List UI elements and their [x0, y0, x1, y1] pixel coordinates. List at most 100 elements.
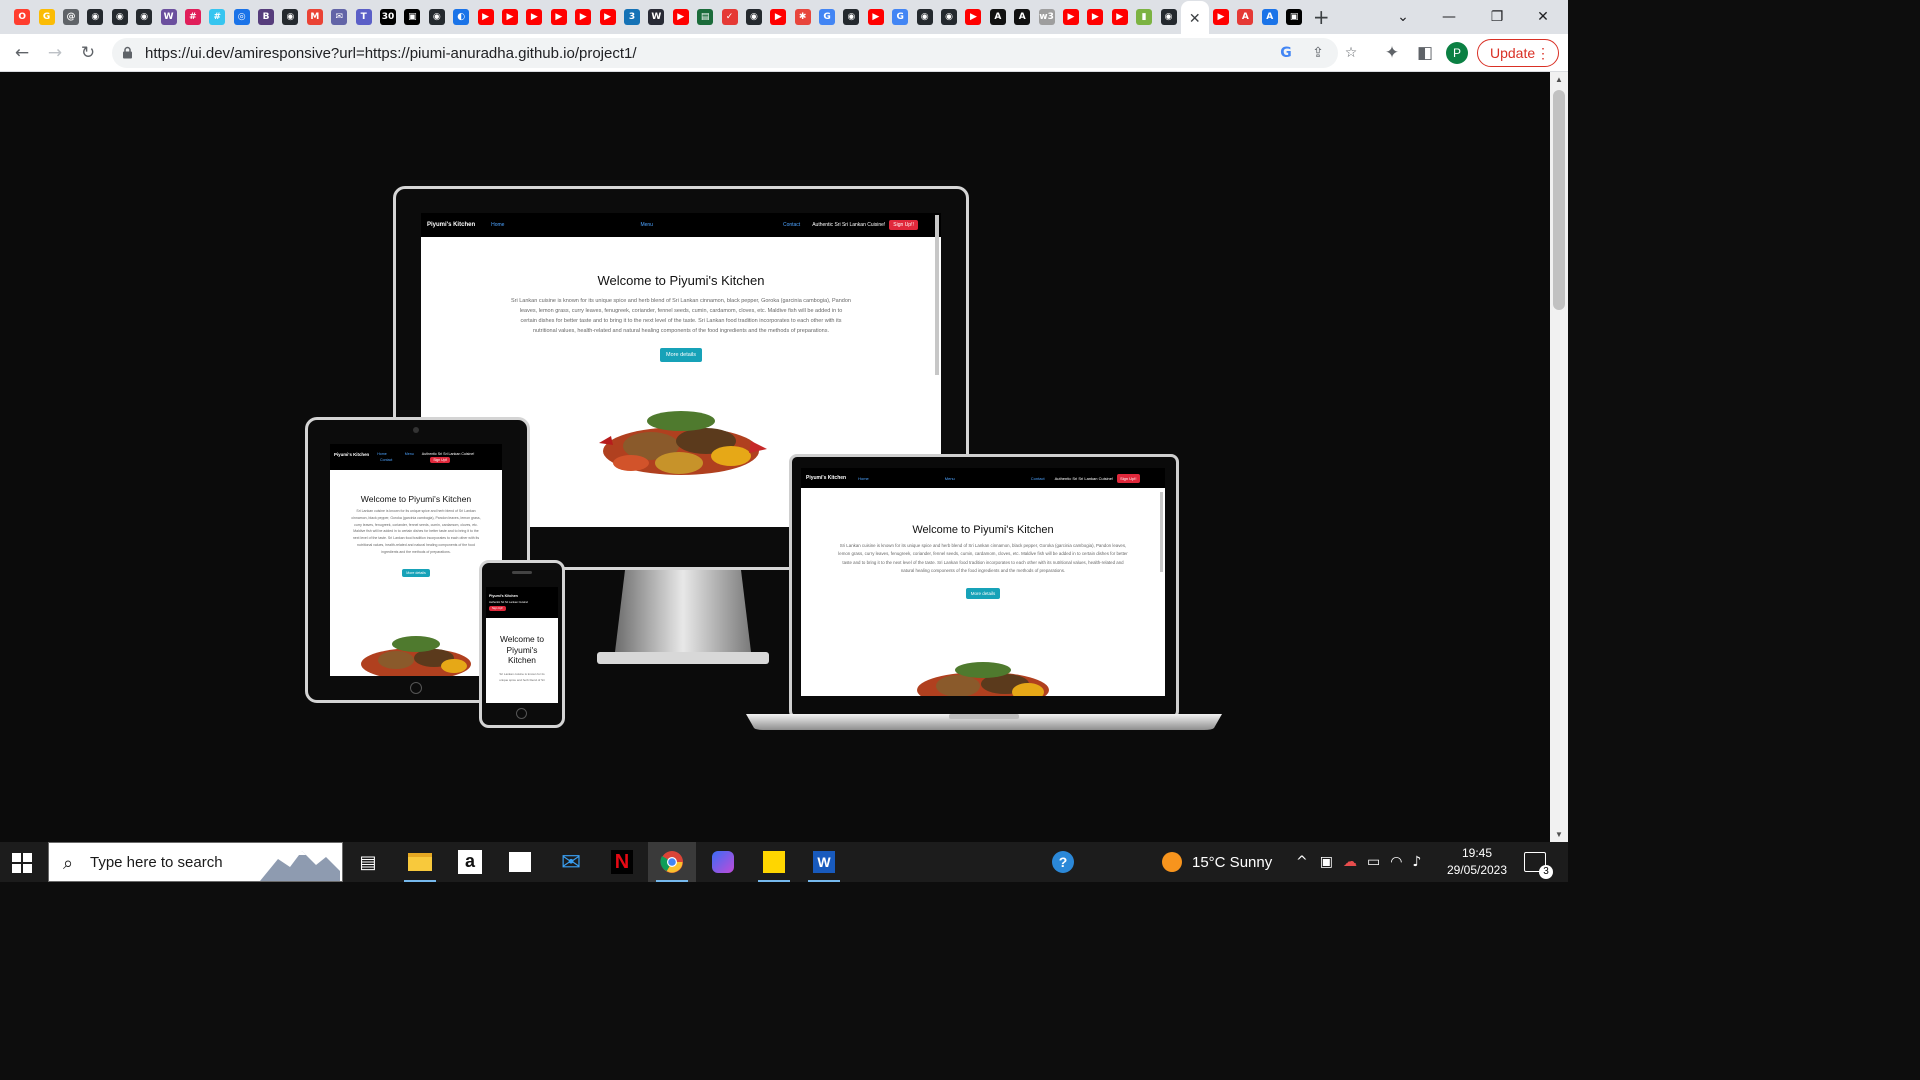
- browser-tab[interactable]: ▶: [766, 0, 790, 34]
- netflix-icon[interactable]: N: [598, 842, 646, 882]
- page-scrollbar[interactable]: ▲ ▼: [1550, 72, 1568, 842]
- browser-tab[interactable]: ✱: [791, 0, 815, 34]
- browser-tab[interactable]: ▮: [1132, 0, 1156, 34]
- nav-home-link[interactable]: Home: [858, 476, 869, 481]
- site-brand[interactable]: Piyumi's Kitchen: [427, 222, 475, 228]
- lock-icon[interactable]: [122, 46, 133, 59]
- browser-tab[interactable]: @: [59, 0, 83, 34]
- copilot-icon[interactable]: [699, 842, 747, 882]
- extensions-icon[interactable]: ✦: [1380, 41, 1404, 65]
- browser-tab[interactable]: ▶: [864, 0, 888, 34]
- browser-tab[interactable]: G: [34, 0, 58, 34]
- browser-tab[interactable]: ▤: [693, 0, 717, 34]
- browser-tab[interactable]: ✓: [717, 0, 741, 34]
- browser-tab[interactable]: W: [156, 0, 180, 34]
- browser-tab[interactable]: ◉: [425, 0, 449, 34]
- browser-tab[interactable]: ◉: [937, 0, 961, 34]
- browser-tab[interactable]: ▶: [1209, 0, 1233, 34]
- nav-menu-link[interactable]: Menu: [640, 222, 653, 228]
- nav-menu-link[interactable]: Menu: [945, 476, 955, 481]
- signup-button[interactable]: Sign Up!!: [1117, 473, 1140, 483]
- battery-icon[interactable]: ▭: [1367, 854, 1380, 870]
- minimize-icon[interactable]: —: [1426, 0, 1472, 34]
- site-brand[interactable]: Piyumi's Kitchen: [806, 475, 846, 481]
- windows-start-icon[interactable]: [12, 853, 32, 873]
- wifi-icon[interactable]: ◠: [1390, 854, 1402, 870]
- browser-tab[interactable]: ▶: [498, 0, 522, 34]
- browser-tab[interactable]: ◐: [449, 0, 473, 34]
- amazon-icon[interactable]: a: [446, 842, 494, 882]
- notification-center-icon[interactable]: 3: [1524, 842, 1553, 882]
- browser-tab[interactable]: A: [1010, 0, 1034, 34]
- meet-now-icon[interactable]: ▣: [1320, 854, 1333, 870]
- word-icon[interactable]: W: [800, 842, 848, 882]
- browser-tab[interactable]: ◉: [742, 0, 766, 34]
- file-explorer-icon[interactable]: [396, 842, 444, 882]
- browser-tab[interactable]: ✉: [327, 0, 351, 34]
- onedrive-icon[interactable]: ☁: [1343, 854, 1357, 870]
- side-panel-icon[interactable]: ◧: [1413, 41, 1437, 65]
- address-bar[interactable]: https://ui.dev/amiresponsive?url=https:/…: [112, 38, 1357, 68]
- help-icon[interactable]: ?: [1052, 842, 1074, 882]
- browser-tab[interactable]: ▶: [547, 0, 571, 34]
- signup-button[interactable]: Sign Up!!: [489, 606, 507, 611]
- back-icon[interactable]: ←: [10, 41, 34, 65]
- close-window-icon[interactable]: ✕: [1520, 0, 1566, 34]
- browser-tab[interactable]: ▶: [961, 0, 985, 34]
- browser-tab[interactable]: ▶: [571, 0, 595, 34]
- browser-tab[interactable]: #: [205, 0, 229, 34]
- browser-tab[interactable]: ◉: [912, 0, 936, 34]
- browser-tab[interactable]: ◉: [278, 0, 302, 34]
- forward-icon[interactable]: →: [43, 41, 67, 65]
- signup-button[interactable]: Sign Up!!: [889, 220, 918, 230]
- browser-tab[interactable]: G: [888, 0, 912, 34]
- weather-widget[interactable]: 15°C Sunny: [1162, 842, 1272, 882]
- more-details-button[interactable]: More details: [402, 568, 430, 577]
- browser-tab[interactable]: W: [644, 0, 668, 34]
- more-details-button[interactable]: More details: [965, 587, 1001, 599]
- update-button[interactable]: Update ⋮: [1477, 39, 1559, 67]
- browser-tab[interactable]: ▣: [1282, 0, 1306, 34]
- share-icon[interactable]: ⇪: [1309, 44, 1327, 62]
- browser-tab[interactable]: ▶: [1108, 0, 1132, 34]
- google-translate-icon[interactable]: G: [1277, 44, 1295, 62]
- browser-tab[interactable]: #: [181, 0, 205, 34]
- laptop-scrollbar[interactable]: [1160, 492, 1163, 572]
- browser-tab[interactable]: O: [10, 0, 34, 34]
- nav-contact-link[interactable]: Contact: [380, 458, 392, 462]
- browser-tab[interactable]: ▶: [522, 0, 546, 34]
- volume-icon[interactable]: ♪: [1412, 854, 1421, 870]
- site-brand[interactable]: Piyumi's Kitchen: [334, 452, 369, 457]
- mail-icon[interactable]: ✉: [547, 842, 595, 882]
- close-tab-icon[interactable]: ✕: [1189, 10, 1201, 27]
- microsoft-store-icon[interactable]: [496, 842, 544, 882]
- browser-tab[interactable]: 30: [376, 0, 400, 34]
- browser-tab[interactable]: B: [254, 0, 278, 34]
- scroll-down-icon[interactable]: ▼: [1554, 830, 1564, 839]
- nav-contact-link[interactable]: Contact: [783, 222, 800, 228]
- nav-home-link[interactable]: Home: [377, 452, 387, 456]
- tab-search-icon[interactable]: ⌄: [1380, 0, 1426, 34]
- browser-tab[interactable]: A: [1233, 0, 1257, 34]
- browser-tab[interactable]: A: [1258, 0, 1282, 34]
- browser-tab[interactable]: T: [351, 0, 375, 34]
- active-tab[interactable]: ✕: [1180, 1, 1209, 35]
- more-details-button[interactable]: More details: [660, 348, 702, 362]
- nav-menu-link[interactable]: Menu: [405, 452, 414, 456]
- browser-tab[interactable]: ▶: [595, 0, 619, 34]
- bookmark-star-icon[interactable]: ☆: [1342, 44, 1360, 62]
- scroll-up-icon[interactable]: ▲: [1554, 75, 1564, 84]
- browser-tab[interactable]: ◉: [132, 0, 156, 34]
- browser-tab[interactable]: 3: [620, 0, 644, 34]
- task-view-icon[interactable]: ▤: [344, 842, 392, 882]
- restore-icon[interactable]: ❐: [1474, 0, 1520, 34]
- new-tab-button[interactable]: +: [1306, 5, 1336, 29]
- profile-avatar[interactable]: P: [1446, 42, 1468, 64]
- browser-tab[interactable]: G: [815, 0, 839, 34]
- browser-tab[interactable]: ◎: [230, 0, 254, 34]
- browser-tab[interactable]: ▣: [400, 0, 424, 34]
- browser-tab[interactable]: ◉: [108, 0, 132, 34]
- clock[interactable]: 19:45 29/05/2023: [1444, 845, 1510, 879]
- browser-tab[interactable]: ▶: [1083, 0, 1107, 34]
- browser-tab[interactable]: ◉: [839, 0, 863, 34]
